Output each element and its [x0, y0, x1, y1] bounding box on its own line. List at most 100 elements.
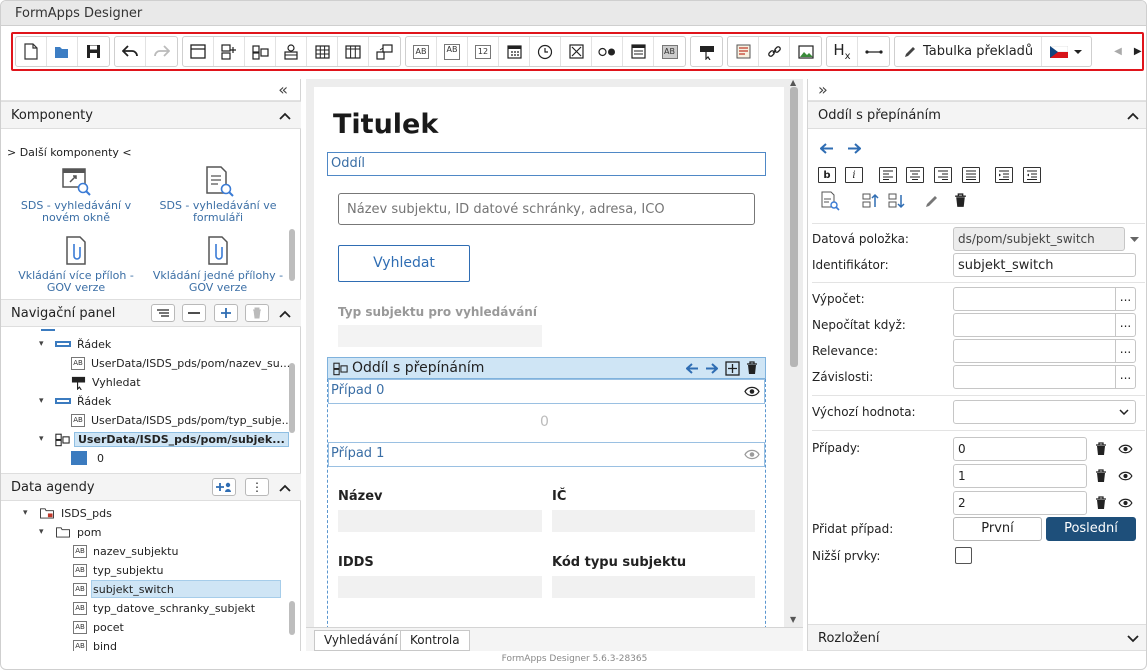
- identifier-input[interactable]: subjekt_switch: [953, 253, 1136, 277]
- no-calc-dots-button[interactable]: ...: [1115, 314, 1135, 336]
- data-menu-button[interactable]: ⋮: [245, 478, 269, 496]
- scroll-right-icon[interactable]: ▶: [1134, 46, 1142, 57]
- field-kod-input[interactable]: [552, 576, 755, 598]
- components-header[interactable]: Komponenty: [1, 101, 301, 129]
- nav-field-typ[interactable]: AB UserData/ISDS_pds/pom/typ_subje...: [71, 411, 292, 429]
- add-first-button[interactable]: První: [953, 517, 1042, 541]
- section-button[interactable]: [183, 37, 214, 66]
- trash-icon[interactable]: [1095, 469, 1107, 483]
- relevance-dots-button[interactable]: ...: [1115, 340, 1135, 362]
- subject-type-field[interactable]: [338, 325, 542, 347]
- data-field-bind[interactable]: AB bind: [73, 637, 117, 651]
- table-button[interactable]: [307, 37, 338, 66]
- new-file-button[interactable]: [16, 37, 47, 66]
- chevron-up-icon[interactable]: [279, 308, 291, 320]
- navigation-scrollbar[interactable]: [289, 363, 295, 433]
- collapse-left-icon[interactable]: «: [278, 80, 288, 99]
- components-scrollbar[interactable]: [289, 229, 295, 281]
- add-data-button[interactable]: [212, 478, 236, 496]
- data-field-pocet[interactable]: AB pocet: [73, 618, 124, 636]
- dependencies-dots-button[interactable]: ...: [1115, 366, 1135, 388]
- repeat-section-button[interactable]: [214, 37, 245, 66]
- textarea-button[interactable]: AB: [437, 37, 468, 66]
- arrow-right-icon[interactable]: [847, 143, 861, 154]
- nav-collapse-button[interactable]: [182, 304, 206, 322]
- link-section-button[interactable]: [369, 37, 400, 66]
- save-button[interactable]: [78, 37, 109, 66]
- lower-elements-checkbox[interactable]: [955, 547, 972, 564]
- properties-header[interactable]: Oddíl s přepínáním: [808, 101, 1146, 129]
- outdent-button[interactable]: [1023, 167, 1041, 183]
- case-0-header[interactable]: Případ 0: [328, 379, 765, 404]
- eye-icon[interactable]: [1118, 471, 1133, 481]
- radio-button-tool[interactable]: [592, 37, 623, 66]
- nav-button-vyhledat[interactable]: Vyhledat: [71, 373, 141, 391]
- calc-input[interactable]: ...: [953, 287, 1136, 311]
- add-case-icon[interactable]: [725, 361, 740, 376]
- field-nazev-input[interactable]: [338, 510, 542, 532]
- justify-button[interactable]: [962, 167, 980, 183]
- data-field-typ[interactable]: AB typ_subjektu: [73, 561, 163, 579]
- image-button[interactable]: [790, 37, 821, 66]
- data-field-typ-ds[interactable]: AB typ_datove_schranky_subjekt: [73, 599, 255, 617]
- no-calc-input[interactable]: ...: [953, 313, 1136, 337]
- section-header[interactable]: Oddíl: [327, 152, 766, 176]
- case-1-header[interactable]: Případ 1: [328, 442, 765, 467]
- tab-kontrola[interactable]: Kontrola: [400, 630, 470, 651]
- field-idds-input[interactable]: [338, 576, 542, 598]
- nav-list-button[interactable]: [151, 304, 175, 322]
- data-header[interactable]: Data agendy ⋮: [1, 473, 301, 501]
- italic-button[interactable]: i: [845, 167, 863, 183]
- nav-delete-button[interactable]: [245, 304, 269, 322]
- more-components-link[interactable]: > Další komponenty <: [7, 146, 132, 159]
- eye-icon[interactable]: [1118, 498, 1133, 508]
- time-field-button[interactable]: [530, 37, 561, 66]
- nav-row-line-1[interactable]: ▾ Řádek: [39, 335, 111, 353]
- undo-button[interactable]: [115, 37, 146, 66]
- move-down-icon[interactable]: [888, 192, 906, 210]
- layout-header[interactable]: Rozložení: [808, 624, 1146, 651]
- preview-search-icon[interactable]: [820, 191, 840, 211]
- align-right-button[interactable]: [934, 167, 952, 183]
- align-left-button[interactable]: [879, 167, 897, 183]
- switch-section-button[interactable]: [245, 37, 276, 66]
- language-select[interactable]: [1042, 37, 1091, 66]
- arrow-right-icon[interactable]: [705, 363, 718, 374]
- dependencies-input[interactable]: ...: [953, 365, 1136, 389]
- chevron-down-icon[interactable]: [1130, 237, 1139, 242]
- checkbox-button[interactable]: [561, 37, 592, 66]
- canvas-scrollbar[interactable]: [790, 87, 798, 367]
- nav-switch-selected[interactable]: ▾ UserData/ISDS_pds/pom/subjek...: [39, 430, 289, 448]
- columns-button[interactable]: [338, 37, 369, 66]
- default-select[interactable]: [953, 400, 1136, 424]
- add-last-button[interactable]: Poslední: [1046, 517, 1136, 541]
- scroll-left-icon[interactable]: ◀: [1114, 46, 1122, 57]
- component-window-search[interactable]: SDS - vyhledávání v novém okně: [6, 165, 146, 224]
- nav-field-nazev[interactable]: AB UserData/ISDS_pds/pom/nazev_su...: [71, 354, 290, 372]
- arrow-left-icon[interactable]: [686, 363, 699, 374]
- text-field-button[interactable]: AB: [406, 37, 437, 66]
- chevron-up-icon[interactable]: [279, 482, 291, 494]
- trash-icon[interactable]: [1095, 442, 1107, 456]
- search-button[interactable]: Vyhledat: [338, 245, 470, 282]
- data-item-select[interactable]: ds/pom/subjekt_switch: [953, 227, 1125, 251]
- nav-add-button[interactable]: [214, 304, 238, 322]
- translations-button[interactable]: Tabulka překladů: [895, 37, 1043, 66]
- button-tool[interactable]: [691, 37, 722, 66]
- case-input[interactable]: 2: [953, 491, 1087, 515]
- calc-dots-button[interactable]: ...: [1115, 288, 1135, 310]
- data-folder-isds[interactable]: ▾ ISDS_pds: [23, 504, 112, 522]
- case-input[interactable]: 0: [953, 437, 1087, 461]
- readonly-field-button[interactable]: AB: [654, 37, 685, 66]
- nav-case-0[interactable]: 0: [71, 449, 104, 465]
- collapse-right-icon[interactable]: »: [818, 80, 828, 99]
- heading-button[interactable]: Hx: [827, 37, 858, 66]
- eye-icon[interactable]: [1118, 444, 1133, 454]
- data-field-nazev[interactable]: AB nazev_subjektu: [73, 542, 178, 560]
- bold-button[interactable]: b: [818, 167, 836, 183]
- nav-row-line-2[interactable]: ▾ Řádek: [39, 392, 111, 410]
- field-ic-input[interactable]: [552, 510, 755, 532]
- indent-button[interactable]: [995, 167, 1013, 183]
- switch-section-bar[interactable]: Oddíl s přepínáním: [327, 357, 766, 379]
- number-field-button[interactable]: 12: [468, 37, 499, 66]
